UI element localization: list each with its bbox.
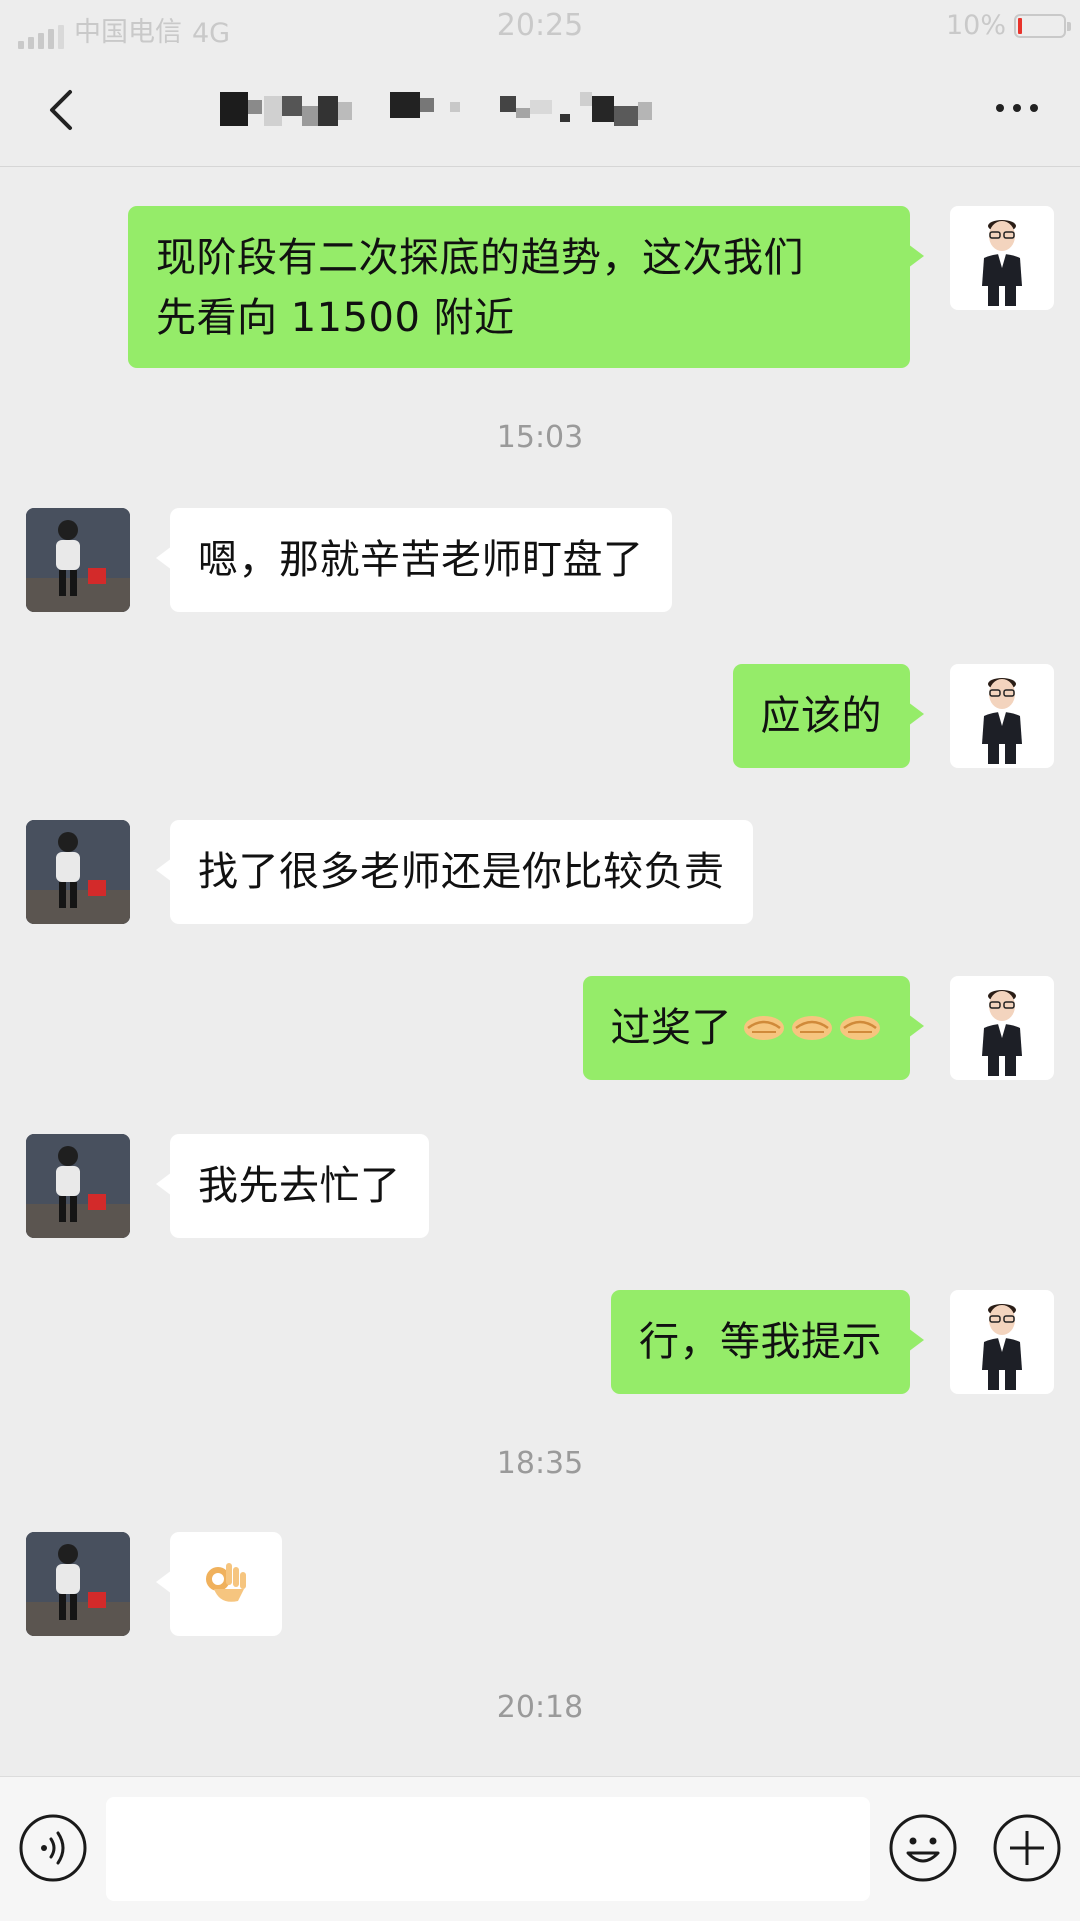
input-bar	[0, 1776, 1080, 1921]
message-input[interactable]	[106, 1797, 870, 1901]
avatar-contact[interactable]	[26, 508, 130, 612]
status-time: 20:25	[496, 8, 584, 43]
timestamp: 18:35	[496, 1446, 584, 1481]
handshake-icon	[840, 1016, 880, 1040]
timestamp: 20:18	[496, 1690, 584, 1725]
ok-hand-icon	[206, 1563, 246, 1602]
message-text: 行，等我提示	[639, 1319, 882, 1365]
message-bubble-received[interactable]: 找了很多老师还是你比较负责	[156, 820, 753, 924]
avatar-me[interactable]	[950, 1290, 1054, 1394]
avatar-contact[interactable]	[26, 1532, 130, 1636]
status-bar: 中国电信 4G 20:25 10%	[0, 0, 1080, 54]
more-icon[interactable]	[996, 104, 1038, 112]
message-text-line: 先看向 11500 附近	[156, 295, 515, 341]
pixelated-title-image	[220, 92, 652, 126]
chat-header	[0, 54, 1080, 167]
message-text-line: 现阶段有二次探底的趋势，这次我们	[156, 235, 804, 281]
handshake-icon	[792, 1016, 832, 1040]
handshake-emoji-row	[744, 1016, 880, 1040]
timestamp: 15:03	[496, 420, 584, 455]
emoji-icon[interactable]	[888, 1813, 958, 1883]
status-right: 10%	[945, 10, 1071, 41]
voice-icon[interactable]	[18, 1813, 88, 1883]
message-bubble-received[interactable]: 我先去忙了	[156, 1134, 429, 1238]
battery-icon	[1014, 13, 1071, 38]
message-text: 应该的	[760, 693, 882, 739]
man-in-suit-avatar-icon	[982, 678, 1022, 764]
chevron-left-icon[interactable]	[40, 86, 88, 134]
man-in-suit-avatar-icon	[982, 220, 1022, 306]
message-bubble-received[interactable]	[156, 1532, 282, 1636]
message-text: 嗯，那就辛苦老师盯盘了	[198, 537, 644, 583]
man-in-suit-avatar-icon	[982, 1304, 1022, 1390]
avatar-contact[interactable]	[26, 1134, 130, 1238]
message-bubble-sent[interactable]: 行，等我提示	[611, 1290, 924, 1394]
child-photo-avatar-icon	[26, 1532, 130, 1636]
plus-icon[interactable]	[992, 1813, 1062, 1883]
avatar-me[interactable]	[950, 206, 1054, 310]
avatar-me[interactable]	[950, 976, 1054, 1080]
message-bubble-sent[interactable]: 过奖了	[582, 976, 924, 1080]
avatar-contact[interactable]	[26, 820, 130, 924]
handshake-icon	[744, 1016, 784, 1040]
chat-title	[220, 88, 820, 132]
message-text: 找了很多老师还是你比较负责	[198, 849, 725, 895]
message-bubble-sent[interactable]: 应该的	[732, 664, 924, 768]
message-text: 我先去忙了	[198, 1163, 401, 1209]
battery-percent: 10%	[945, 10, 1006, 41]
avatar-me[interactable]	[950, 664, 1054, 768]
message-bubble-received[interactable]: 嗯，那就辛苦老师盯盘了	[156, 508, 672, 612]
message-text: 过奖了	[610, 1005, 732, 1051]
child-photo-avatar-icon	[26, 820, 130, 924]
message-bubble-sent[interactable]: 现阶段有二次探底的趋势，这次我们 先看向 11500 附近	[128, 206, 924, 368]
man-in-suit-avatar-icon	[982, 990, 1022, 1076]
child-photo-avatar-icon	[26, 508, 130, 612]
child-photo-avatar-icon	[26, 1134, 130, 1238]
